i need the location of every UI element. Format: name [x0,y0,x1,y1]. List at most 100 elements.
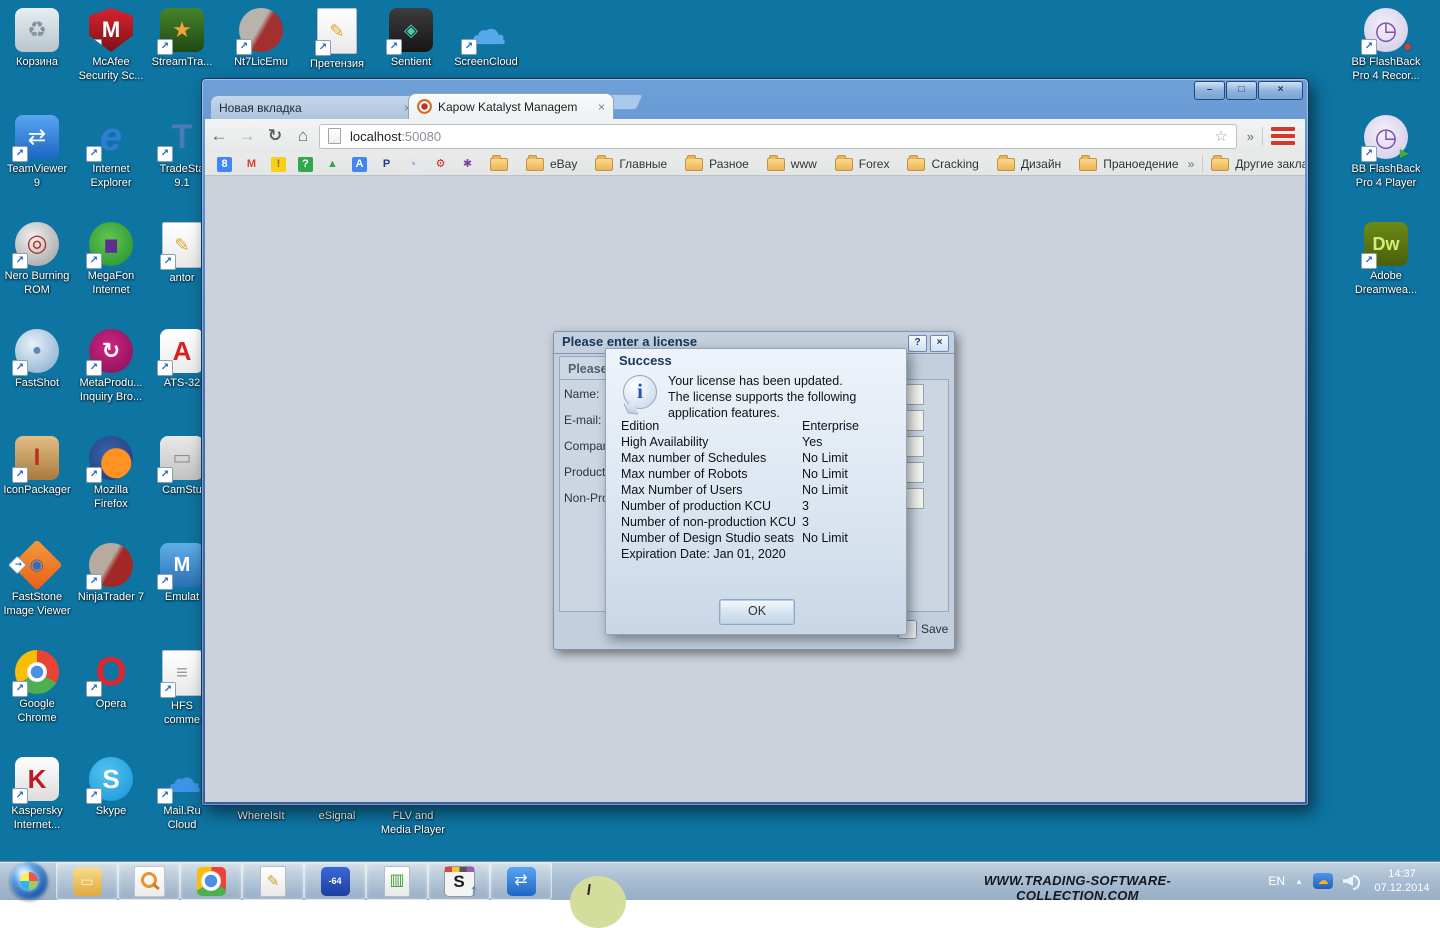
folder-icon [767,158,785,171]
dialog-close-button[interactable]: × [930,335,949,352]
time: 14:37 [1388,868,1416,880]
taskbar-app-teamviewer-task[interactable]: ⇄ [490,862,552,900]
taskbar-app-report[interactable]: ▥ [366,862,428,900]
taskbar-app-floppy-64[interactable]: -64 [304,862,366,900]
bookmarks-overflow-chevron[interactable]: » [1188,157,1195,171]
address-bar[interactable]: localhost :50080 ☆ [319,124,1237,149]
folder-icon [1079,158,1097,171]
floppy-64-icon: -64 [321,867,350,896]
toolbar-separator [1262,127,1263,145]
taskbar-app-stocksharp[interactable]: S↑ [428,862,490,900]
recycle-bin-label: Корзина [16,55,58,69]
feature-row: Number of Design Studio seatsNo Limit [621,531,896,547]
yellow-bookmark-icon[interactable]: ! [271,157,286,172]
bookmark-star-icon[interactable]: ☆ [1214,127,1227,145]
tray-chevron-icon[interactable]: ▲ [1295,877,1303,886]
pretenziya-doc-icon: ✎↗ [317,8,357,54]
taskbar: ▭✎-64▥S↑⇄ WWW.TRADING-SOFTWARE-COLLECTIO… [0,861,1440,900]
expiration-date: Expiration Date: Jan 01, 2020 [621,547,786,561]
language-indicator[interactable]: EN [1268,874,1285,888]
bookmark-folder-eBay[interactable]: eBay [526,157,577,171]
google-bookmark-icon[interactable]: 8 [217,157,232,172]
tab-new-tab[interactable]: Новая вкладка × [210,95,420,119]
bookmark-folder-Разное[interactable]: Разное [685,157,749,171]
bb-flashback-recorder-badge-icon: ● [1403,39,1412,54]
bookmark-folder-Праноедение[interactable]: Праноедение [1079,157,1178,171]
internet-explorer-label: Internet Explorer [91,162,132,190]
shortcut-arrow-icon: ↗ [86,467,102,483]
streamtransport-label: StreamTra... [152,55,213,69]
faded-bookmark-icon[interactable]: • [406,157,421,172]
pretenziya-doc-label: Претензия [310,57,364,71]
folder-icon [1211,158,1229,171]
toolbar-overflow-chevron[interactable]: » [1247,129,1254,144]
save-button[interactable]: Save [921,622,948,636]
popup-title: Success [619,353,672,368]
ok-button[interactable]: OK [719,599,795,625]
start-button[interactable] [10,862,48,900]
mcafee-label: McAfee Security Sc... [79,55,144,83]
mozilla-firefox-icon: ↗ [89,436,133,480]
desktop-icon-bb-flashback-recorder[interactable]: ◷●↗BB FlashBack Pro 4 Recor... [1340,6,1432,113]
shortcut-arrow-icon: ↗ [12,253,28,269]
feature-value: No Limit [802,451,896,467]
other-bookmarks-label: Другие закладки [1235,157,1305,171]
metaproducts-label: MetaProdu... Inquiry Bro... [80,376,143,404]
shortcut-arrow-icon: ↗ [160,682,176,698]
gear-bookmark-icon[interactable]: ⚙ [433,157,448,172]
volume-icon[interactable] [1343,874,1360,888]
shortcut-arrow-icon: ↗ [1361,146,1377,162]
cloud-tray-icon[interactable]: ☁ [1313,873,1333,889]
feature-value: Yes [802,435,896,451]
feature-name: Number of production KCU [621,499,802,515]
date: 07.12.2014 [1374,882,1429,894]
notepad-icon: ✎ [260,866,286,897]
nero-burning-rom-icon: ◎↗ [15,222,59,266]
search-icon [134,866,165,897]
chrome-task-icon [197,867,226,896]
dialog-help-button[interactable]: ? [908,335,927,352]
feature-name: Edition [621,419,802,435]
drive-bookmark-icon[interactable]: ▲ [325,157,340,172]
gmail-bookmark-icon[interactable]: M [244,157,259,172]
feature-value: 3 [802,515,896,531]
chrome-menu-icon[interactable] [1271,126,1295,146]
tab-kapow-katalyst[interactable]: Kapow Katalyst Managem × [408,93,614,119]
url-port: :50080 [401,129,441,144]
back-icon[interactable]: ← [205,126,233,146]
forward-icon[interactable]: → [233,126,261,146]
tab-close-icon[interactable]: × [598,100,605,114]
taskbar-app-chrome-task[interactable] [180,862,242,900]
success-popup: Success i Your license has been updated.… [605,348,907,635]
bookmark-folder-Cracking[interactable]: Cracking [907,157,978,171]
folder-icon [526,158,544,171]
feature-name: Number of non-production KCU [621,515,802,531]
screencloud-label: ScreenCloud [454,55,518,69]
bookmark-folder-Дизайн[interactable]: Дизайн [997,157,1061,171]
explorer-icon: ▭ [73,867,102,896]
mcafee-icon: M↗ [89,8,133,52]
taskbar-app-explorer[interactable]: ▭ [56,862,118,900]
desktop-icon-bb-flashback-player[interactable]: ◷►↗BB FlashBack Pro 4 Player [1340,113,1432,220]
desktop-icon-adobe-dreamweaver[interactable]: Dw↗Adobe Dreamwea... [1340,220,1432,327]
reload-icon[interactable]: ↻ [261,126,289,146]
help-bookmark-icon[interactable]: ? [298,157,313,172]
translate-bookmark-icon[interactable]: A [352,157,367,172]
sentient-label: Sentient [391,55,431,69]
bookmark-folder-Главные[interactable]: Главные [595,157,667,171]
emulator-mtf-icon: M↗ [160,543,204,587]
bookmark-folder-Forex[interactable]: Forex [835,157,890,171]
fastshot-label: FastShot [15,376,59,390]
bookmark-folder-0[interactable] [490,158,508,171]
kapow-favicon-icon [417,99,432,114]
skype-icon: S↗ [89,757,133,801]
flower-bookmark-icon[interactable]: ✱ [460,157,475,172]
bookmark-folder-www[interactable]: www [767,157,817,171]
clock[interactable]: 14:37 07.12.2014 [1370,867,1434,895]
taskbar-app-search[interactable] [118,862,180,900]
paypal-bookmark-icon[interactable]: P [379,157,394,172]
whereisit-label: WhereIsIt [237,809,284,823]
home-icon[interactable]: ⌂ [289,126,317,146]
taskbar-app-notepad[interactable]: ✎ [242,862,304,900]
other-bookmarks-folder[interactable]: Другие закладки [1211,157,1305,171]
